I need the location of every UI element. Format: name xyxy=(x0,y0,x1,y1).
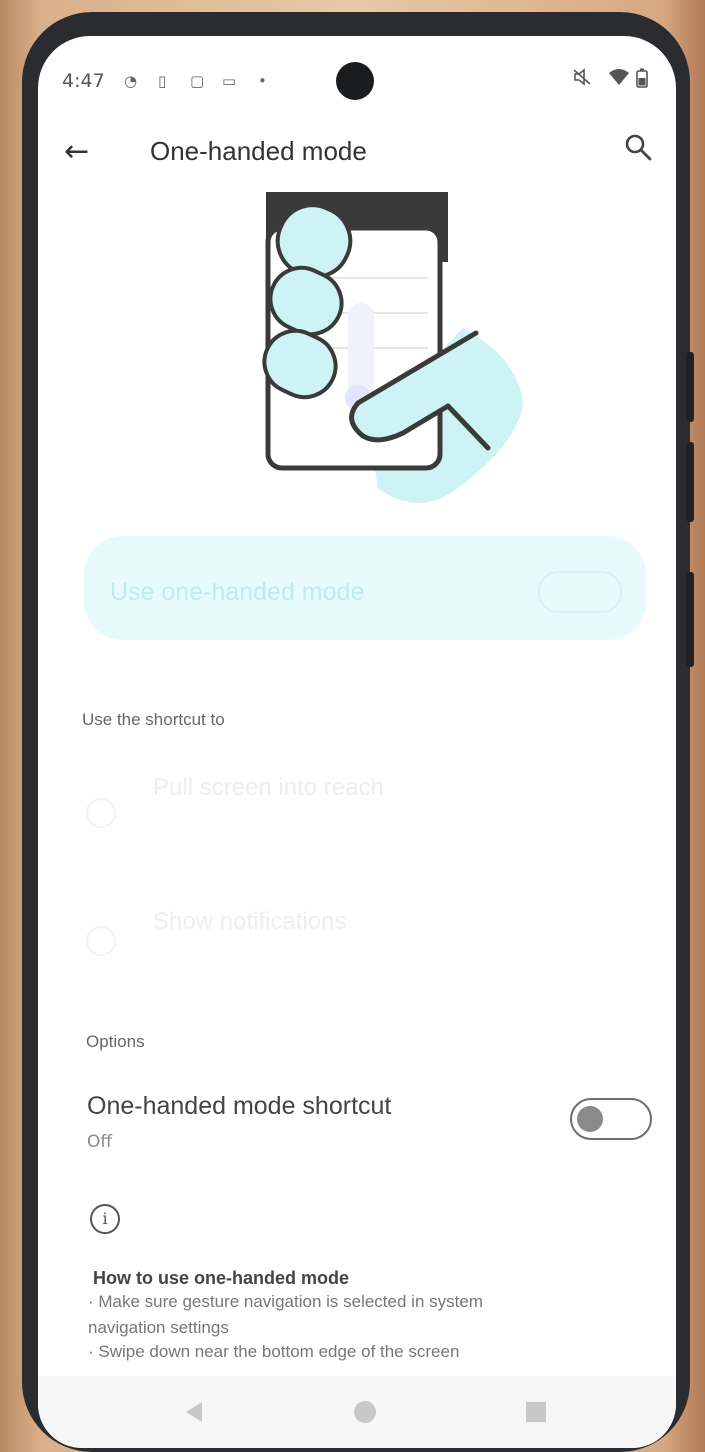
how-to-line: · Swipe down near the bottom edge of the… xyxy=(88,1342,460,1361)
dot-icon: • xyxy=(258,72,267,90)
status-bar: 4:47 ◔ ▯ ▢ ▭ • xyxy=(38,36,676,126)
toggle-knob xyxy=(548,581,570,603)
status-time: 4:47 xyxy=(62,70,105,92)
clipboard-icon: ▢ xyxy=(190,72,205,90)
how-to-line: · Make sure gesture navigation is select… xyxy=(88,1292,483,1311)
recents-icon[interactable] xyxy=(516,1392,556,1432)
how-to-title: How to use one-handed mode xyxy=(93,1268,350,1288)
front-camera xyxy=(336,62,374,100)
shortcut-section-header: Use the shortcut to xyxy=(82,710,225,729)
home-icon[interactable] xyxy=(345,1392,385,1432)
use-one-handed-mode-label: Use one-handed mode xyxy=(110,578,365,606)
info-icon: i xyxy=(90,1204,120,1234)
search-icon[interactable] xyxy=(623,132,653,166)
radio-button[interactable] xyxy=(86,926,116,956)
volume-down-button xyxy=(686,442,694,522)
sim-icon: ▯ xyxy=(158,72,167,90)
mute-icon xyxy=(572,68,592,91)
option-show-notifications[interactable]: Show notifications xyxy=(38,886,676,1006)
shortcut-setting-status: Off xyxy=(87,1132,113,1152)
back-arrow-icon[interactable]: ← xyxy=(64,134,89,169)
chat-icon: ▭ xyxy=(222,72,237,90)
navigation-bar xyxy=(38,1376,676,1448)
options-section-header: Options xyxy=(86,1032,145,1051)
shortcut-toggle[interactable] xyxy=(570,1098,652,1140)
option-label: Show notifications xyxy=(153,908,347,935)
use-one-handed-mode-toggle[interactable] xyxy=(538,571,622,613)
face-icon: ◔ xyxy=(124,72,138,90)
option-label: Pull screen into reach xyxy=(153,774,384,801)
use-one-handed-mode-card[interactable]: Use one-handed mode xyxy=(84,536,646,640)
app-bar: ← One-handed mode xyxy=(38,126,676,190)
one-handed-illustration xyxy=(218,188,538,518)
volume-up-button xyxy=(686,352,694,422)
battery-icon xyxy=(636,68,648,93)
how-to-line: navigation settings xyxy=(88,1318,229,1337)
back-icon[interactable] xyxy=(174,1392,214,1432)
phone-screen: 4:47 ◔ ▯ ▢ ▭ • ← One-handed mode Use one… xyxy=(38,36,676,1448)
power-button xyxy=(686,572,694,667)
shortcut-setting-title[interactable]: One-handed mode shortcut xyxy=(87,1092,391,1121)
radio-button[interactable] xyxy=(86,798,116,828)
toggle-knob xyxy=(577,1106,603,1132)
option-pull-screen[interactable]: Pull screen into reach xyxy=(38,756,676,876)
page-title: One-handed mode xyxy=(150,136,367,166)
wifi-icon xyxy=(608,68,630,91)
